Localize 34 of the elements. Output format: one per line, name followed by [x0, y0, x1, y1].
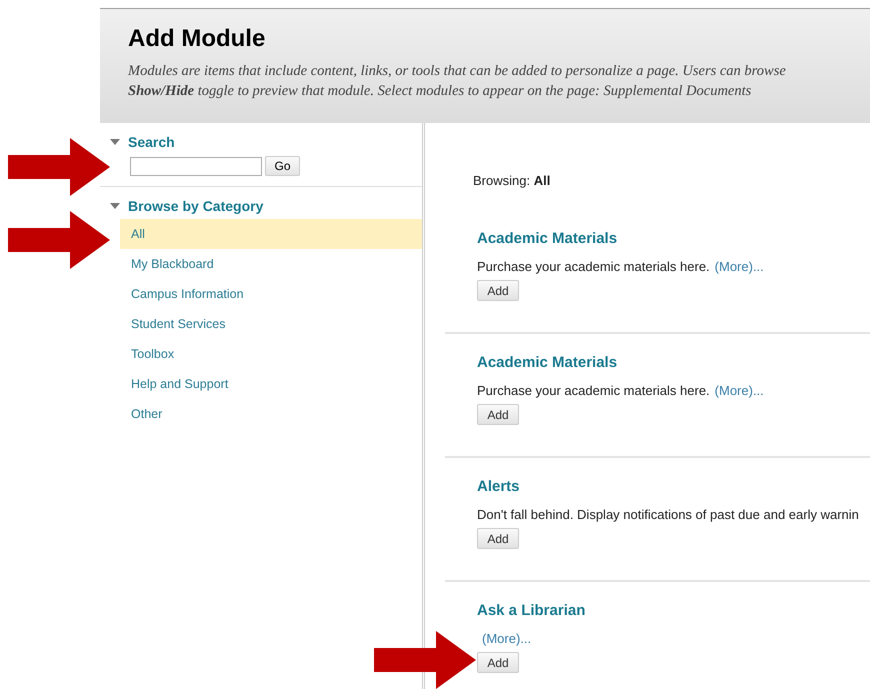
arrow-icon — [8, 138, 110, 196]
more-link[interactable]: (More)... — [482, 631, 532, 646]
section-heading[interactable]: Search — [128, 134, 175, 150]
search-field[interactable] — [130, 156, 262, 176]
add-button[interactable]: Add — [477, 652, 519, 673]
module-title[interactable]: Academic Materials — [477, 354, 870, 371]
more-link[interactable]: (More)... — [714, 259, 764, 274]
page-description: Modules are items that include content, links, or tools that can be added to personalize a page. Users can browse — [128, 62, 787, 81]
arrow-icon — [8, 211, 110, 269]
collapse-triangle-icon[interactable] — [110, 203, 120, 209]
category-item[interactable]: My Blackboard — [120, 249, 422, 279]
module-description: Purchase your academic materials here. — [477, 259, 710, 274]
browsing-label: Browsing: All — [472, 173, 552, 188]
section-heading[interactable]: Browse by Category — [128, 198, 264, 214]
go-button[interactable]: Go — [265, 156, 300, 176]
module-title[interactable]: Academic Materials — [477, 230, 870, 247]
module-title[interactable]: Alerts — [477, 478, 870, 495]
category-item[interactable]: Toolbox — [120, 339, 422, 369]
category-item[interactable]: All — [120, 219, 422, 249]
module-description: Purchase your academic materials here. — [477, 383, 710, 398]
page-description: Show/Hide toggle to preview that module. Select modules to appear on the page: Supplemental Documents — [128, 82, 752, 101]
collapse-triangle-icon[interactable] — [110, 139, 120, 145]
add-button[interactable]: Add — [477, 280, 519, 301]
category-item[interactable]: Campus Information — [120, 279, 422, 309]
more-link[interactable]: (More)... — [714, 383, 764, 398]
module-description: Don't fall behind. Display notifications of past due and early warnin — [477, 507, 859, 522]
category-item[interactable]: Other — [120, 399, 422, 429]
add-button[interactable]: Add — [477, 528, 519, 549]
category-item[interactable]: Student Services — [120, 309, 422, 339]
arrow-icon — [374, 631, 476, 689]
add-button[interactable]: Add — [477, 404, 519, 425]
page-title: Add Module — [128, 25, 266, 53]
module-title[interactable]: Ask a Librarian — [477, 602, 870, 619]
category-item[interactable]: Help and Support — [120, 369, 422, 399]
